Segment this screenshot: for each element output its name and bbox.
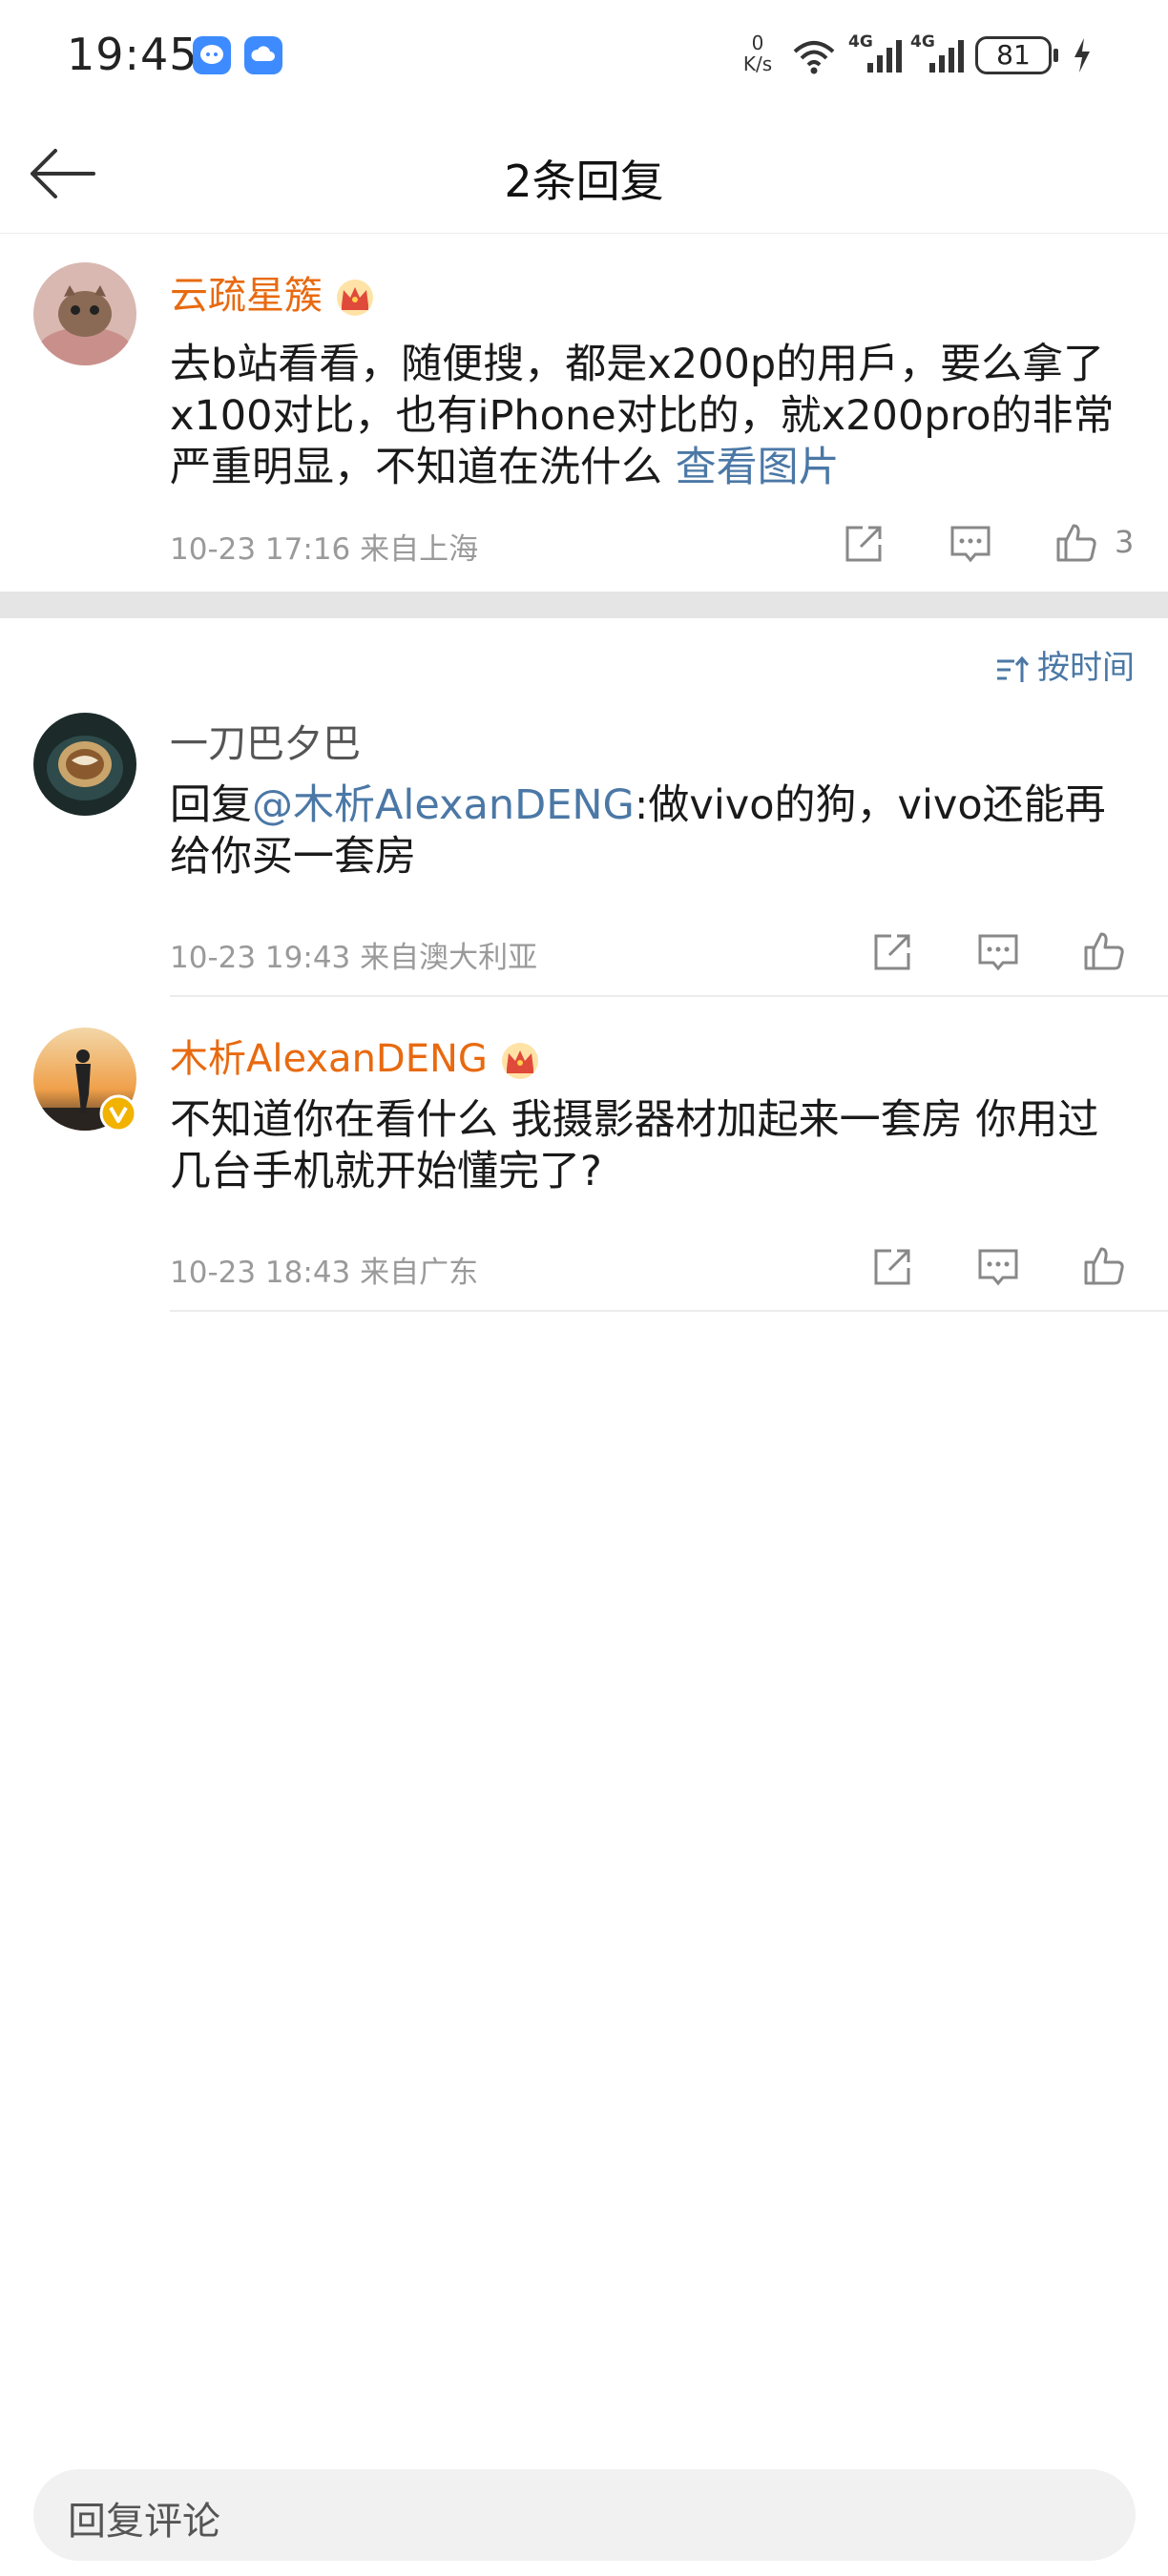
wifi-icon (793, 41, 835, 74)
comment-meta: 10-23 17:16 来自上海 (170, 532, 479, 567)
reply-meta: 10-23 18:43 来自广东 (170, 1256, 479, 1290)
reply-comment-input[interactable]: 回复评论 (33, 2469, 1136, 2561)
reply-username[interactable]: 木析AlexanDENG (170, 1028, 541, 1083)
charging-icon (1074, 38, 1090, 73)
like-icon[interactable] (1080, 1241, 1128, 1289)
comment-username[interactable]: 云疏星簇 (170, 264, 376, 320)
like-count: 3 (1115, 524, 1135, 560)
sort-by-time-button[interactable]: 按时间 (993, 641, 1135, 688)
view-image-link[interactable]: 查看图片 (676, 444, 840, 491)
signal-icon-1: 4G (848, 32, 906, 74)
comment-icon[interactable] (974, 928, 1022, 976)
reply-meta: 10-23 19:43 来自澳大利亚 (170, 941, 538, 975)
status-bar: 19:45 0 K/s 4G 4G 81 (0, 0, 1168, 114)
comment-icon[interactable] (974, 1243, 1022, 1291)
share-icon[interactable] (840, 520, 887, 568)
share-icon[interactable] (868, 928, 916, 976)
comment-icon[interactable] (947, 520, 994, 568)
comment-text: 去b站看看，随便搜，都是x200p的用戶，要么拿了x100对比，也有iPhone… (170, 341, 1115, 491)
reply-text: 回复@木析AlexanDENG:做vivo的狗，vivo还能再给你买一套房 (170, 781, 1106, 881)
reply-username[interactable]: 一刀巴夕巴 (170, 713, 361, 768)
section-divider (0, 592, 1168, 618)
reply-item: 木析AlexanDENG 不知道你在看什么 我摄影器材加起来一套房 你用过几台手… (0, 1016, 1168, 1312)
reply-text: 不知道你在看什么 我摄影器材加起来一套房 你用过几台手机就开始懂完了? (170, 1096, 1099, 1195)
divider (170, 1310, 1168, 1312)
avatar[interactable] (33, 713, 136, 816)
mention-link[interactable]: @木析AlexanDENG (252, 781, 635, 829)
signal-icon-2: 4G (910, 32, 968, 74)
main-comment: 云疏星簇 去b站看看，随便搜，都是x200p的用戶，要么拿了x100对比，也有i… (0, 234, 1168, 592)
battery-indicator: 81 (975, 36, 1058, 74)
nav-bar: 2条回复 (0, 114, 1168, 234)
like-icon[interactable] (1080, 926, 1128, 974)
reply-item: 一刀巴夕巴 回复@木析AlexanDENG:做vivo的狗，vivo还能再给你买… (0, 701, 1168, 997)
page-title: 2条回复 (504, 156, 664, 207)
vip-crown-icon (337, 280, 373, 316)
like-icon[interactable] (1053, 518, 1100, 566)
share-icon[interactable] (868, 1243, 916, 1291)
chat-app-icon (193, 36, 231, 74)
verified-badge-icon (99, 1094, 137, 1132)
network-speed: 0 K/s (742, 31, 773, 75)
status-indicators: 0 K/s 4G 4G 81 (739, 27, 1120, 84)
avatar[interactable] (33, 262, 136, 365)
status-time: 19:45 (67, 29, 198, 80)
divider (170, 995, 1168, 997)
sort-icon (997, 655, 1030, 682)
cloud-app-icon (244, 36, 282, 74)
vip-crown-icon (501, 1043, 538, 1079)
